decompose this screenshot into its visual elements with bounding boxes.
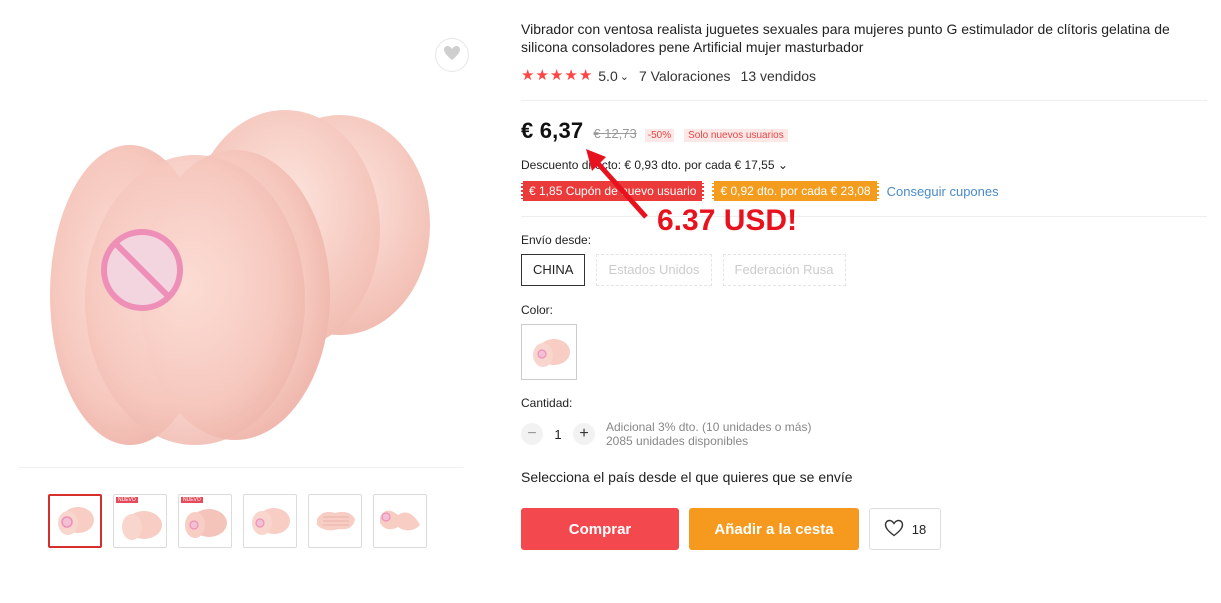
action-buttons: Comprar Añadir a la cesta 18 <box>521 508 941 550</box>
star-icon: ★ <box>549 67 564 84</box>
annotation-arrow <box>586 149 648 219</box>
star-icon: ★ <box>564 67 578 84</box>
thumbnail-3[interactable]: NUEVO <box>178 494 232 548</box>
sold-count: 13 vendidos <box>740 68 817 84</box>
thumbnail-badge: NUEVO <box>181 497 203 503</box>
shipping-note: Selecciona el país desde el que quieres … <box>521 469 853 485</box>
rating-row: ★ ★ ★ ★ ★ 5.0 ⌄ 7 Valoraciones 13 vendid… <box>521 68 817 85</box>
divider <box>521 100 1207 101</box>
wishlist-count: 18 <box>911 521 927 537</box>
stock-available-text: 2085 unidades disponibles <box>606 434 749 448</box>
thumbnail-4[interactable] <box>243 494 297 548</box>
annotation-text: 6.37 USD! <box>657 204 798 237</box>
bulk-discount-text: Adicional 3% dto. (10 unidades o más) <box>606 420 812 434</box>
wishlist-button[interactable]: 18 <box>869 508 941 550</box>
thumbnail-5[interactable] <box>308 494 362 548</box>
original-price: € 12,73 <box>593 126 637 141</box>
image-divider <box>18 467 463 468</box>
buy-now-button[interactable]: Comprar <box>521 508 679 550</box>
get-coupons-link[interactable]: Conseguir cupones <box>887 184 999 199</box>
ship-from-label: Envío desde: <box>521 233 592 247</box>
add-to-cart-button[interactable]: Añadir a la cesta <box>689 508 859 550</box>
star-icon: ★ <box>578 67 593 84</box>
ship-option-us[interactable]: Estados Unidos <box>596 254 712 286</box>
color-option[interactable] <box>521 324 577 380</box>
thumbnail-2[interactable]: NUEVO <box>113 494 167 548</box>
ship-option-russia[interactable]: Federación Rusa <box>722 254 846 286</box>
thumbnail-badge: NUEVO <box>116 497 138 503</box>
increase-button[interactable]: + <box>573 423 595 445</box>
store-coupon[interactable]: € 0,92 dto. por cada € 23,08 <box>712 181 879 201</box>
quantity-info: Adicional 3% dto. (10 unidades o más) 20… <box>606 420 811 448</box>
color-label: Color: <box>521 303 554 317</box>
reviews-count[interactable]: 7 Valoraciones <box>639 68 731 84</box>
ship-option-china[interactable]: CHINA <box>521 254 586 286</box>
chevron-down-icon[interactable]: ⌄ <box>620 70 629 83</box>
quantity-label: Cantidad: <box>521 396 573 410</box>
new-users-badge: Solo nuevos usuarios <box>684 129 788 142</box>
thumbnail-1[interactable] <box>48 494 102 548</box>
product-main-image[interactable] <box>30 60 460 460</box>
thumbnail-6[interactable] <box>373 494 427 548</box>
discount-badge: -50% <box>644 129 675 142</box>
product-gallery: NUEVO NUEVO <box>0 0 490 603</box>
rating-value[interactable]: 5.0 <box>598 68 617 84</box>
decrease-button[interactable]: − <box>521 423 543 445</box>
rating-stars: ★ ★ ★ ★ ★ <box>521 68 592 84</box>
ship-from-options: CHINA Estados Unidos Federación Rusa <box>521 254 846 286</box>
heart-icon <box>884 519 904 540</box>
quantity-stepper: − 1 + Adicional 3% dto. (10 unidades o m… <box>521 420 811 448</box>
quantity-value[interactable]: 1 <box>543 427 573 442</box>
star-icon: ★ <box>535 67 549 84</box>
current-price: € 6,37 <box>521 118 584 143</box>
price-row: € 6,37 € 12,73 -50% Solo nuevos usuarios <box>521 118 788 144</box>
thumbnail-strip: NUEVO NUEVO <box>48 494 427 548</box>
star-icon: ★ <box>521 67 535 84</box>
product-title: Vibrador con ventosa realista juguetes s… <box>521 21 1170 55</box>
